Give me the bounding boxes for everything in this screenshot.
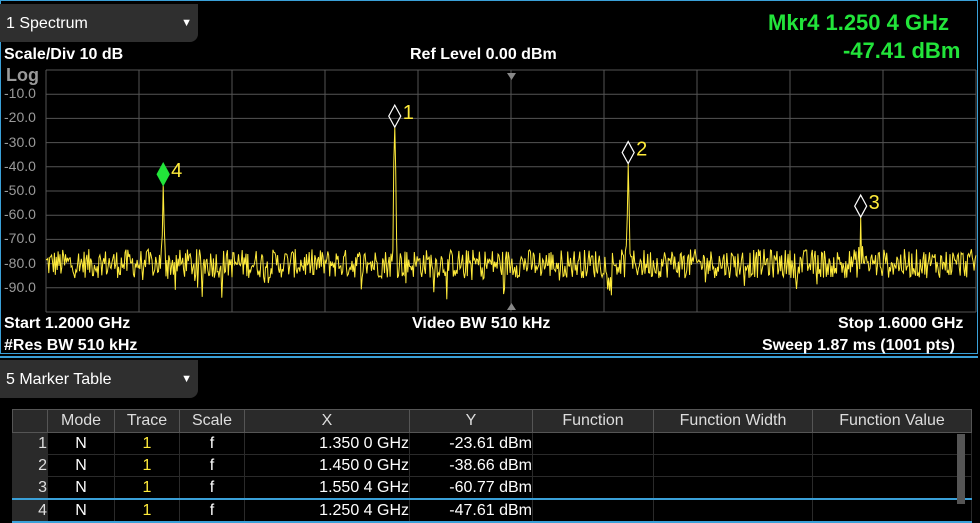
scale-cell: f xyxy=(179,498,245,523)
spectrum-plot[interactable]: 1 2 3 4 xyxy=(0,0,980,354)
sweep-time: Sweep 1.87 ms (1001 pts) xyxy=(762,337,955,354)
x-cell: 1.550 4 GHz xyxy=(244,476,410,500)
res-bw: #Res BW 510 kHz xyxy=(4,337,138,354)
function-cell xyxy=(532,476,654,500)
stop-frequency: Stop 1.6000 GHz xyxy=(838,315,964,332)
marker-table-header: Mode Trace Scale X Y Function Function W… xyxy=(12,409,972,433)
row-index: 1 xyxy=(12,432,48,455)
column-header: Mode xyxy=(47,409,115,433)
row-index: 3 xyxy=(12,476,48,500)
table-row[interactable]: 1 N 1 f 1.350 0 GHz -23.61 dBm xyxy=(12,432,972,455)
marker-table-selector[interactable]: 5 Marker Table ▼ xyxy=(0,360,198,398)
y-cell: -23.61 dBm xyxy=(409,432,533,455)
table-row-selected[interactable]: 4 N 1 f 1.250 4 GHz -47.61 dBm xyxy=(12,498,972,523)
x-cell: 1.450 0 GHz xyxy=(244,454,410,477)
function-cell xyxy=(532,454,654,477)
table-row[interactable]: 3 N 1 f 1.550 4 GHz -60.77 dBm xyxy=(12,476,972,500)
function-width-cell xyxy=(653,476,813,500)
function-value-cell xyxy=(812,498,972,523)
start-frequency: Start 1.2000 GHz xyxy=(4,315,131,332)
column-header: X xyxy=(244,409,410,433)
y-cell: -60.77 dBm xyxy=(409,476,533,500)
row-index: 4 xyxy=(12,498,48,523)
y-cell: -38.66 dBm xyxy=(409,454,533,477)
mode-cell: N xyxy=(47,476,115,500)
x-cell: 1.250 4 GHz xyxy=(244,498,410,523)
marker-diamond-icon xyxy=(388,103,402,129)
function-cell xyxy=(532,432,654,455)
row-index-header xyxy=(12,409,48,433)
column-header: Trace xyxy=(114,409,180,433)
marker-number-label: 3 xyxy=(869,192,880,214)
table-scrollbar[interactable] xyxy=(957,434,965,504)
trace-cell: 1 xyxy=(114,476,180,500)
marker-number-label: 4 xyxy=(171,160,182,182)
scale-cell: f xyxy=(179,476,245,500)
marker-number-label: 1 xyxy=(403,102,414,124)
mode-cell: N xyxy=(47,454,115,477)
plot-grid xyxy=(45,69,977,313)
column-header: Scale xyxy=(179,409,245,433)
table-row[interactable]: 2 N 1 f 1.450 0 GHz -38.66 dBm xyxy=(12,454,972,477)
y-cell: -47.61 dBm xyxy=(409,498,533,523)
function-value-cell xyxy=(812,454,972,477)
marker-table-title: 5 Marker Table xyxy=(6,371,112,388)
marker-number-label: 2 xyxy=(636,139,647,161)
trace-cell: 1 xyxy=(114,454,180,477)
scale-cell: f xyxy=(179,454,245,477)
column-header: Function Value xyxy=(812,409,972,433)
column-header: Function xyxy=(532,409,654,433)
video-bw: Video BW 510 kHz xyxy=(412,315,551,332)
row-index: 2 xyxy=(12,454,48,477)
trace-cell: 1 xyxy=(114,432,180,455)
marker-diamond-icon xyxy=(621,140,635,165)
trace-cell: 1 xyxy=(114,498,180,523)
center-indicator-icon xyxy=(507,303,516,310)
function-width-cell xyxy=(653,432,813,455)
function-cell xyxy=(532,498,654,523)
function-value-cell xyxy=(812,432,972,455)
marker-table: Mode Trace Scale X Y Function Function W… xyxy=(12,409,972,523)
column-header: Function Width xyxy=(653,409,813,433)
marker-diamond-icon xyxy=(853,193,868,219)
scale-cell: f xyxy=(179,432,245,455)
marker-layer: 1 2 3 4 xyxy=(156,102,880,219)
ref-level-indicator-icon xyxy=(507,73,516,80)
x-cell: 1.350 0 GHz xyxy=(244,432,410,455)
column-header: Y xyxy=(409,409,533,433)
function-value-cell xyxy=(812,476,972,500)
dropdown-arrow-icon: ▼ xyxy=(181,373,192,385)
function-width-cell xyxy=(653,498,813,523)
mode-cell: N xyxy=(47,498,115,523)
mode-cell: N xyxy=(47,432,115,455)
function-width-cell xyxy=(653,454,813,477)
